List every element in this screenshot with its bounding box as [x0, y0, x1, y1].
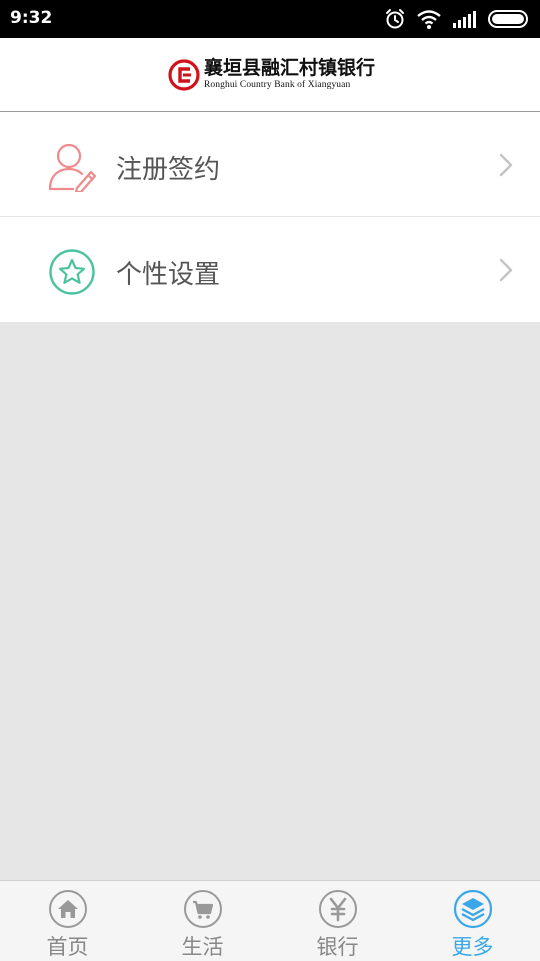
- yuan-icon: [318, 890, 357, 928]
- more-menu: 注册签约 个性设置: [0, 112, 540, 322]
- battery-icon: [488, 10, 528, 28]
- tab-bank[interactable]: 银行: [270, 881, 405, 961]
- menu-item-register[interactable]: 注册签约: [0, 112, 540, 217]
- tab-label: 生活: [181, 935, 224, 959]
- tab-life[interactable]: 生活: [135, 881, 270, 961]
- chevron-right-icon: [499, 258, 513, 282]
- menu-item-label: 注册签约: [116, 155, 221, 185]
- status-time: 9:32: [10, 8, 53, 28]
- bank-name-cn: 襄垣县融汇村镇银行: [204, 57, 376, 80]
- menu-item-personalize[interactable]: 个性设置: [0, 217, 540, 322]
- home-icon: [48, 890, 87, 928]
- cart-icon: [183, 890, 222, 928]
- signal-icon: [453, 11, 476, 28]
- app-header: 襄垣县融汇村镇银行 Ronghui Country Bank of Xiangy…: [0, 38, 540, 112]
- tab-home[interactable]: 首页: [0, 881, 135, 961]
- status-bar: 9:32: [0, 0, 540, 38]
- empty-content-area: [0, 322, 540, 880]
- bank-name-en: Ronghui Country Bank of Xiangyuan: [204, 80, 351, 91]
- bottom-tab-bar: 首页 生活 银行 更多: [0, 880, 540, 961]
- layers-icon: [453, 889, 492, 929]
- menu-item-label: 个性设置: [116, 260, 221, 290]
- wifi-icon: [417, 10, 441, 29]
- tab-label: 银行: [316, 935, 359, 959]
- star-icon: [49, 249, 95, 295]
- tab-label: 更多: [451, 935, 494, 959]
- alarm-icon: [386, 9, 404, 29]
- user-edit-icon: [48, 143, 97, 192]
- bank-logo-icon: [168, 59, 200, 91]
- status-icons: [384, 6, 530, 32]
- brand-text: 襄垣县融汇村镇银行 Ronghui Country Bank of Xiangy…: [204, 59, 375, 91]
- chevron-right-icon: [499, 153, 513, 177]
- tab-label: 首页: [46, 935, 89, 959]
- bank-brand: 襄垣县融汇村镇银行 Ronghui Country Bank of Xiangy…: [168, 58, 375, 92]
- tab-more[interactable]: 更多: [405, 881, 540, 961]
